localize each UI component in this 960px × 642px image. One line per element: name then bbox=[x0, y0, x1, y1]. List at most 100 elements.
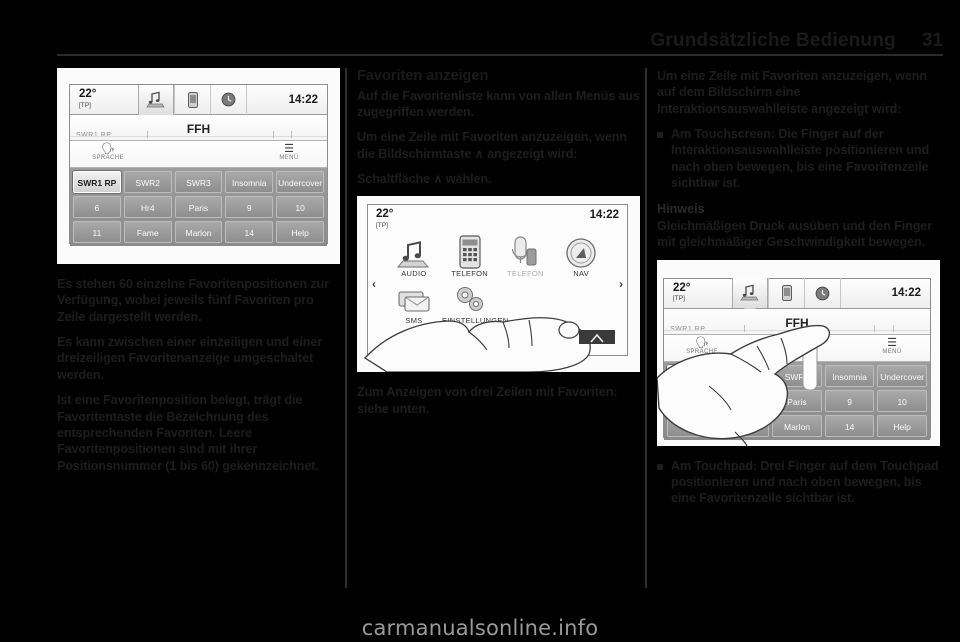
right-column: Um eine Zeile mit Favoriten anzuzeigen, … bbox=[657, 68, 940, 515]
clock-time: 14:22 bbox=[246, 84, 327, 115]
favorite-button[interactable]: Help bbox=[877, 414, 927, 437]
favorite-button[interactable]: SWR1 RP bbox=[73, 171, 121, 193]
favorite-button[interactable]: Undercover bbox=[877, 364, 927, 387]
left-paragraph-3: Ist eine Favoritenposition belegt, trägt… bbox=[57, 393, 319, 473]
middle-paragraph-1: Auf die Favoritenliste kann von allen Me… bbox=[357, 88, 640, 120]
voice-icon: 🗣 bbox=[695, 336, 709, 349]
clock-time: 14:22 bbox=[840, 278, 930, 309]
home-item-audio[interactable]: AUDIO bbox=[386, 231, 442, 278]
softkey-bar: 🗣 SPRACHE ☰ MENÜ bbox=[70, 141, 327, 168]
favorite-button[interactable]: 14 bbox=[824, 414, 875, 437]
favorite-button[interactable]: 11 bbox=[73, 221, 121, 243]
home-item-label: AUDIO bbox=[401, 269, 427, 279]
favorite-button[interactable]: 11 bbox=[667, 414, 717, 437]
tuner-tick bbox=[291, 131, 293, 138]
figure-home-screen: 22° [TP] 14:22 ‹ › AUDIO TELEFON TELEFON… bbox=[357, 196, 640, 373]
favorites-row: 11 Fame Marlon 14 Help bbox=[667, 414, 927, 437]
favorites-row: 11 Fame Marlon 14 Help bbox=[73, 221, 324, 243]
tp-label: [TP] bbox=[376, 221, 388, 229]
home-item-nav[interactable]: NAV bbox=[553, 231, 609, 278]
header-rule bbox=[57, 54, 943, 56]
favorite-button[interactable]: Fame bbox=[719, 414, 770, 437]
manual-page: Grundsätzliche Bedienung 31 22° [TP] 14:… bbox=[0, 0, 960, 642]
status-bar: 22° [TP] 14:22 bbox=[664, 278, 930, 315]
home-item-label: NAV bbox=[573, 269, 589, 279]
softkey-sprache-label: SPRACHE bbox=[92, 155, 124, 161]
tuner-scale bbox=[664, 329, 930, 331]
section-heading-favoriten-anzeigen: Favoriten anzeigen bbox=[357, 68, 489, 84]
infotainment-screen-radio-swipe: 22° [TP] 14:22 FFH 🗣 SPRACHE ☰ MENÜ SWR1… bbox=[663, 277, 931, 440]
phone-icon bbox=[442, 231, 498, 270]
favorite-button[interactable]: SWR1 RP bbox=[667, 364, 717, 387]
tp-label: [TP] bbox=[79, 101, 91, 109]
favorite-button[interactable]: 6 bbox=[73, 196, 121, 218]
favorite-button[interactable]: Marlon bbox=[174, 221, 223, 243]
left-paragraph-1: Es stehen 60 einzelne Favoritenpositione… bbox=[57, 277, 329, 324]
favorite-button[interactable]: 9 bbox=[824, 389, 875, 412]
favorite-button[interactable]: SWR2 bbox=[719, 364, 770, 387]
home-item-label: SMS bbox=[405, 316, 423, 326]
softkey-menu[interactable]: ☰ MENÜ bbox=[259, 143, 319, 161]
favorite-button[interactable]: 14 bbox=[225, 221, 274, 243]
note-text: Gleichmäßigen Druck ausüben und den Fing… bbox=[657, 218, 933, 250]
column-divider-1 bbox=[345, 68, 347, 588]
favorite-button[interactable]: Marlon bbox=[772, 414, 822, 437]
menu-icon: ☰ bbox=[887, 336, 897, 349]
home-status-bar: 22° [TP] 14:22 bbox=[368, 205, 627, 231]
left-column: 22° [TP] 14:22 FFH 🗣 SPRACHE ☰ MENÜ SWR1… bbox=[57, 68, 340, 483]
favorite-button[interactable]: 10 bbox=[877, 389, 927, 412]
favorites-row: 6 Hr4 Paris 9 10 bbox=[667, 389, 927, 412]
bullet-item-touchscreen: Am Touchscreen: Die Finger auf der Inter… bbox=[657, 126, 940, 191]
softkey-bar: 🗣 SPRACHE ☰ MENÜ bbox=[664, 334, 930, 362]
tuner-tick bbox=[892, 324, 894, 332]
favorite-button[interactable]: Fame bbox=[123, 221, 172, 243]
favorite-button[interactable]: SWR3 bbox=[174, 171, 223, 193]
page-number: 31 bbox=[921, 30, 943, 51]
tuner-tick bbox=[273, 131, 275, 138]
temperature-value: 22° bbox=[673, 281, 691, 294]
infotainment-screen-radio: 22° [TP] 14:22 FFH 🗣 SPRACHE ☰ MENÜ SWR1… bbox=[69, 84, 328, 246]
audio-note-icon[interactable] bbox=[732, 278, 768, 315]
favorite-button[interactable]: Hr4 bbox=[123, 196, 172, 218]
favorite-button[interactable]: Insomnia bbox=[824, 364, 875, 387]
home-item-label: TELEFON bbox=[507, 269, 544, 279]
page-left-arrow-icon[interactable]: ‹ bbox=[372, 277, 376, 291]
phone-icon[interactable] bbox=[174, 84, 210, 115]
temperature-value: 22° bbox=[376, 208, 394, 221]
favorite-button[interactable]: Paris bbox=[772, 389, 822, 412]
page-header: Grundsätzliche Bedienung 31 bbox=[57, 18, 943, 50]
page-right-arrow-icon[interactable]: › bbox=[619, 277, 623, 291]
left-paragraph-2: Es kann zwischen einer einzeiligen und e… bbox=[57, 335, 323, 382]
phone-icon[interactable] bbox=[768, 278, 804, 309]
audio-note-icon[interactable] bbox=[138, 84, 174, 121]
softkey-menu[interactable]: ☰ MENÜ bbox=[862, 337, 922, 355]
temperature-display: 22° [TP] bbox=[664, 281, 732, 304]
phone-portal-icon bbox=[498, 231, 554, 269]
softkey-sprache[interactable]: 🗣 SPRACHE bbox=[78, 143, 138, 161]
clock-icon[interactable] bbox=[210, 84, 246, 115]
favorite-button[interactable]: Paris bbox=[174, 196, 223, 218]
temperature-display: 22° [TP] bbox=[70, 89, 138, 110]
home-item-telefon[interactable]: TELEFON bbox=[442, 231, 498, 278]
tuner-scale bbox=[70, 136, 327, 137]
favorite-button[interactable]: 9 bbox=[225, 196, 274, 218]
favorite-button[interactable]: Undercover bbox=[276, 171, 324, 193]
middle-figure-caption: Zum Anzeigen von drei Zeilen mit Favorit… bbox=[357, 385, 618, 416]
favorite-button[interactable]: SWR2 bbox=[123, 171, 172, 193]
voice-icon: 🗣 bbox=[101, 143, 115, 155]
figure-radio-favorites: 22° [TP] 14:22 FFH 🗣 SPRACHE ☰ MENÜ SWR1… bbox=[57, 68, 340, 264]
clock-icon[interactable] bbox=[804, 278, 840, 309]
favorites-row: SWR1 RP SWR2 SWR3 Insomnia Undercover bbox=[667, 364, 927, 387]
favorite-button[interactable]: Insomnia bbox=[225, 171, 274, 193]
home-item-sms[interactable]: SMS bbox=[386, 278, 442, 325]
favorite-button[interactable]: 10 bbox=[276, 196, 324, 218]
favorite-button[interactable]: 6 bbox=[667, 389, 717, 412]
home-item-telefon-portal[interactable]: TELEFON bbox=[498, 231, 554, 278]
tuner-tick bbox=[147, 131, 149, 138]
menu-icon: ☰ bbox=[284, 143, 294, 155]
favorite-button[interactable]: Help bbox=[276, 221, 324, 243]
favorite-button[interactable]: SWR3 bbox=[772, 364, 822, 387]
softkey-sprache[interactable]: 🗣 SPRACHE bbox=[672, 337, 732, 355]
favorite-button[interactable]: Hr4 bbox=[719, 389, 770, 412]
home-item-einstellungen[interactable]: EINSTELLUNGEN bbox=[442, 278, 508, 325]
